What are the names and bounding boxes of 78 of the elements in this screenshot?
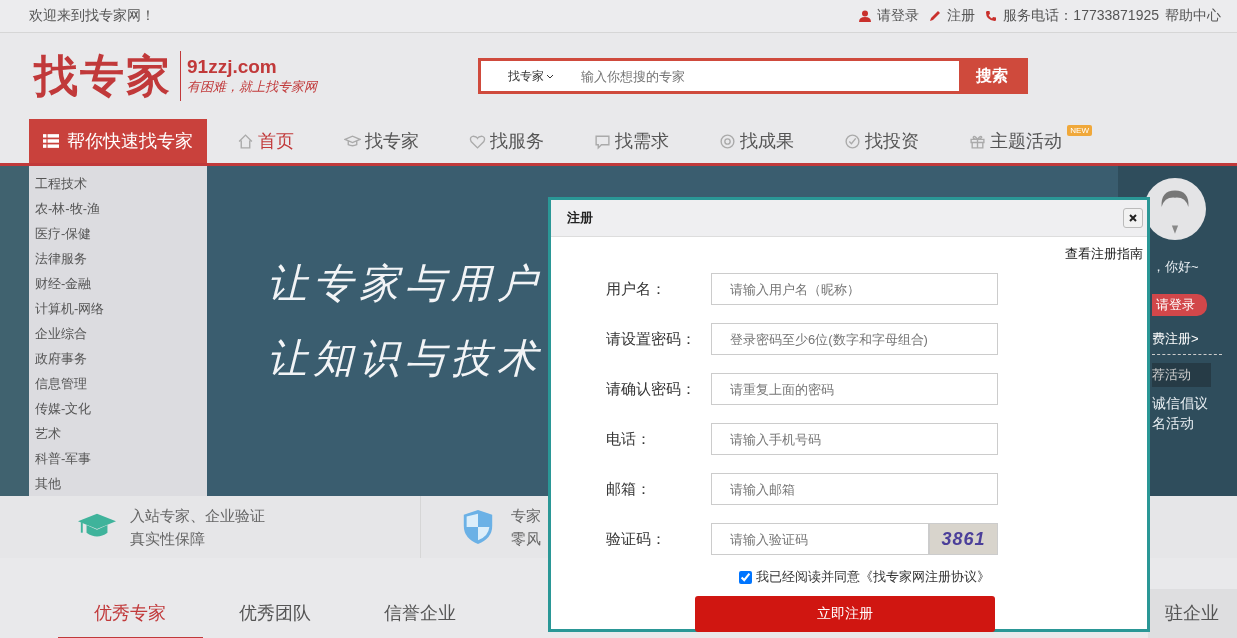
field-label: 请设置密码： [605,329,697,349]
category-item[interactable]: 农-林-牧-渔 [35,196,207,221]
category-item[interactable]: 医疗-保健 [35,221,207,246]
check-circle-icon [844,132,861,150]
feature-text: 真实性保障 [130,529,206,549]
input-field[interactable]: 请输入邮箱 [711,473,998,505]
nav-item[interactable]: 找专家 [344,119,419,163]
search-button[interactable]: 搜索 [959,61,1025,91]
tab[interactable]: 驻企业 [1147,589,1237,638]
login-link[interactable]: 请登录 [877,7,920,25]
category-item[interactable]: 信息管理 [35,371,207,396]
dialog-title: 注册 [567,209,593,227]
field-label: 邮箱： [605,479,652,499]
phone-text: 服务电话：17733871925 [1003,7,1159,25]
field-label: 请确认密码： [605,379,697,399]
banner-slogan: 让专家与用户 [267,259,543,308]
caret-icon [546,73,554,79]
welcome-text: 欢迎来到找专家网！ [29,7,155,25]
nav-item[interactable]: 找成果 [719,119,794,163]
category-item[interactable]: 其他 [35,471,207,496]
new-badge: NEW [1067,125,1092,136]
help-link[interactable]: 帮助中心 [1165,7,1221,25]
home-icon [237,132,254,150]
login-button[interactable]: 请登录 [1152,294,1207,316]
guide-link[interactable]: 查看注册指南 [1065,245,1143,263]
field-label: 用户名： [605,279,667,299]
feature-text: 零风 [511,529,541,549]
category-item[interactable]: 艺术 [35,421,207,446]
submit-button[interactable]: 立即注册 [695,596,995,632]
phone-icon [985,10,998,22]
scope-dropdown[interactable]: 找专家 [481,61,581,91]
category-item[interactable]: 工程技术 [35,171,207,196]
nav-item[interactable]: 找投资 [844,119,919,163]
input-field[interactable]: 请重复上面的密码 [711,373,998,405]
category-item[interactable]: 企业综合 [35,321,207,346]
domain-text: 91zzj.com [187,56,278,78]
activity-link[interactable]: 名活动 [1152,415,1208,433]
user-icon [859,10,872,22]
banner-slogan: 让知识与技术 [267,334,543,383]
logo-text[interactable]: 找专家 [34,51,181,101]
input-field[interactable]: 登录密码至少6位(数字和字母组合) [711,323,998,355]
register-link[interactable]: 注册 [947,7,976,25]
category-button[interactable]: 帮你快速找专家 [29,119,207,163]
agree-checkbox[interactable] [739,570,752,584]
nav-item[interactable]: 找服务 [469,119,544,163]
avatar-icon [1144,178,1206,240]
search-field[interactable]: 输入你想搜的专家 [581,61,959,91]
feature-text: 入站专家、企业验证 [130,506,265,526]
activity-link[interactable]: 诚信倡议 [1152,395,1208,413]
nav-item[interactable]: 首页 [237,119,294,163]
pencil-icon [929,10,942,22]
circle-icon [719,132,736,150]
field-label: 验证码： [605,529,667,549]
close-button[interactable] [1123,208,1143,228]
tab[interactable]: 优秀专家 [58,601,203,638]
category-item[interactable]: 财经-金融 [35,271,207,296]
category-item[interactable]: 法律服务 [35,246,207,271]
category-item[interactable]: 科普-军事 [35,446,207,471]
agreement-text: 我已经阅读并同意《找专家网注册协议》 [756,568,990,586]
input-field[interactable]: 请输入手机号码 [711,423,998,455]
section-heading: 荐活动 [1152,363,1211,387]
category-item[interactable]: 传媒-文化 [35,396,207,421]
tab[interactable]: 优秀团队 [202,601,348,638]
input-field[interactable]: 请输入用户名（昵称） [711,273,998,305]
feature-text: 专家 [511,506,541,526]
chat-icon [594,132,611,150]
field-label: 电话： [605,429,652,449]
greeting-text: ，你好~ [1152,258,1199,276]
tab[interactable]: 信誉企业 [347,601,493,638]
captcha-image[interactable]: 3861 [929,523,998,555]
register-link[interactable]: 费注册> [1152,330,1222,355]
slogan-text: 有困难，就上找专家网 [187,78,317,96]
menu-icon [43,134,59,148]
category-item[interactable]: 计算机-网络 [35,296,207,321]
nav-item[interactable]: 找需求 [594,119,669,163]
close-icon [1128,213,1138,223]
category-item[interactable]: 政府事务 [35,346,207,371]
captcha-field[interactable]: 请输入验证码 [711,523,929,555]
